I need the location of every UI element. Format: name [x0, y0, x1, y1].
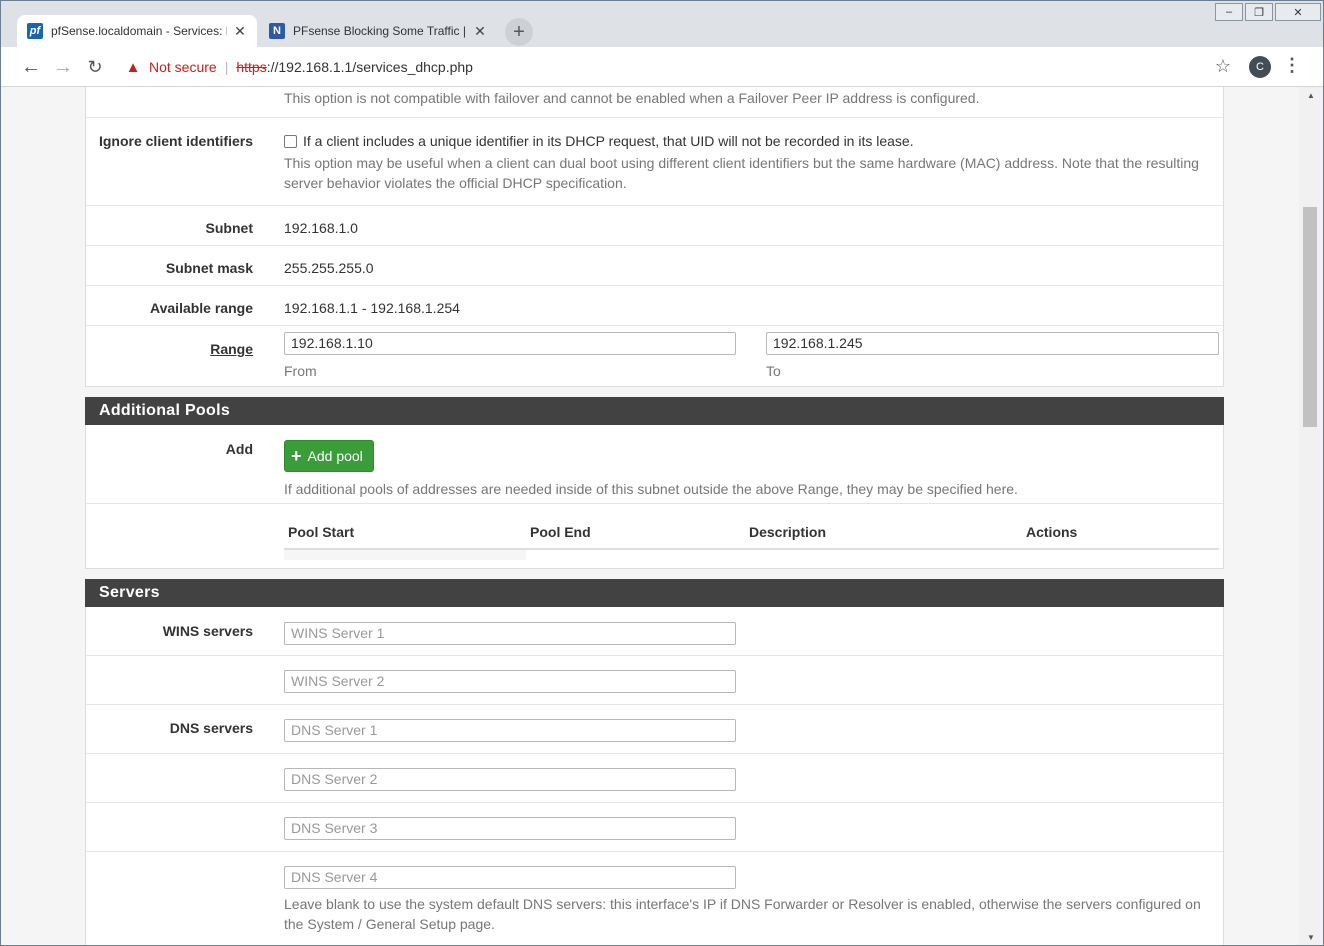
subnet-mask-row: Subnet mask 255.255.255.0: [86, 246, 1223, 286]
available-range-row: Available range 192.168.1.1 - 192.168.1.…: [86, 286, 1223, 326]
ignore-client-help: This option may be useful when a client …: [284, 155, 1199, 191]
address-bar[interactable]: ▲ Not secure | https ://192.168.1.1/serv…: [117, 54, 1241, 80]
ignore-client-label: Ignore client identifiers: [98, 133, 253, 149]
close-tab-icon[interactable]: ✕: [233, 23, 247, 40]
wins-server-1-row: WINS servers WINS Server 1: [86, 607, 1223, 656]
scroll-up-icon[interactable]: ▲: [1299, 87, 1323, 103]
dns-servers-label: DNS servers: [169, 720, 253, 736]
ignore-client-checkbox[interactable]: [284, 135, 297, 148]
plus-icon: +: [513, 20, 525, 43]
pfsense-favicon-icon: pf: [27, 23, 43, 39]
scroll-down-icon[interactable]: ▼: [1299, 929, 1323, 945]
subnet-mask-value: 255.255.255.0: [284, 260, 374, 276]
tab-strip: pf pfSense.localdomain - Services: D ✕ N…: [1, 1, 1323, 47]
dns-server-2-input[interactable]: DNS Server 2: [284, 768, 736, 791]
url-path: ://192.168.1.1/services_dhcp.php: [266, 59, 473, 75]
dns-server-2-row: DNS Server 2: [86, 754, 1223, 803]
tab-title: PFsense Blocking Some Traffic | N: [293, 24, 467, 38]
dns-server-1-row: DNS servers DNS Server 1: [86, 705, 1223, 754]
add-label: Add: [225, 441, 253, 457]
dns-server-1-input[interactable]: DNS Server 1: [284, 719, 736, 742]
additional-pools-panel: Add + Add pool If additional pools of ad…: [85, 425, 1224, 569]
tab-title: pfSense.localdomain - Services: D: [51, 24, 227, 38]
dns-server-4-row: DNS Server 4 Leave blank to use the syst…: [86, 852, 1223, 945]
restore-button[interactable]: ❐: [1245, 3, 1273, 21]
tab-pfsense[interactable]: pf pfSense.localdomain - Services: D ✕: [17, 15, 257, 47]
address-toolbar: ← → ↻ ▲ Not secure | https ://192.168.1.…: [1, 47, 1323, 87]
subnet-value: 192.168.1.0: [284, 220, 358, 236]
close-window-button[interactable]: ✕: [1275, 3, 1321, 21]
page-viewport: This option is not compatible with failo…: [1, 87, 1299, 945]
bookmark-star-icon[interactable]: ☆: [1215, 56, 1231, 77]
dhcp-settings-panel: This option is not compatible with failo…: [85, 87, 1224, 387]
warning-triangle-icon: ▲: [125, 58, 141, 76]
additional-pools-header: Additional Pools: [85, 397, 1224, 425]
plus-icon: +: [291, 445, 302, 466]
reload-icon[interactable]: ↻: [83, 55, 107, 79]
failover-note: This option is not compatible with failo…: [284, 90, 980, 106]
forward-arrow-icon[interactable]: →: [51, 55, 75, 79]
close-tab-icon[interactable]: ✕: [473, 23, 487, 40]
dns-server-3-input[interactable]: DNS Server 3: [284, 817, 736, 840]
description-column-header: Description: [749, 524, 827, 540]
range-from-input[interactable]: 192.168.1.10: [284, 332, 736, 355]
minimize-button[interactable]: –: [1215, 3, 1243, 21]
address-separator: |: [224, 59, 229, 75]
dns-servers-help: Leave blank to use the system default DN…: [284, 896, 1201, 932]
forum-favicon-icon: N: [269, 23, 285, 39]
back-arrow-icon[interactable]: ←: [19, 55, 43, 79]
page-scrollbar[interactable]: ▲ ▼: [1299, 87, 1323, 945]
ignore-client-field: If a client includes a unique identifier…: [284, 133, 1218, 193]
servers-header: Servers: [85, 579, 1224, 607]
range-label: Range: [210, 341, 253, 357]
subnet-label: Subnet: [205, 220, 253, 236]
range-row: Range 192.168.1.10 From 192.168.1.245 To: [86, 326, 1223, 386]
subnet-mask-label: Subnet mask: [165, 260, 253, 276]
servers-panel: WINS servers WINS Server 1 WINS Server 2…: [85, 607, 1224, 945]
empty-table-row: [284, 550, 526, 560]
actions-column-header: Actions: [1026, 524, 1078, 540]
menu-dots-icon[interactable]: ⋮: [1283, 55, 1301, 76]
wins-server-1-input[interactable]: WINS Server 1: [284, 622, 736, 645]
wins-servers-label: WINS servers: [162, 623, 253, 639]
browser-window: pf pfSense.localdomain - Services: D ✕ N…: [0, 0, 1324, 946]
ignore-client-row: Ignore client identifiers If a client in…: [86, 118, 1223, 206]
scroll-thumb[interactable]: [1303, 207, 1317, 427]
profile-avatar[interactable]: C: [1249, 56, 1271, 78]
pool-table: Pool Start Pool End Description Actions: [86, 504, 1223, 567]
range-to-input[interactable]: 192.168.1.245: [766, 332, 1219, 355]
wins-server-2-row: WINS Server 2: [86, 656, 1223, 705]
dns-server-4-input[interactable]: DNS Server 4: [284, 866, 736, 889]
wins-server-2-input[interactable]: WINS Server 2: [284, 670, 736, 693]
url-scheme: https: [236, 59, 267, 75]
ignore-client-option: If a client includes a unique identifier…: [284, 133, 1218, 149]
range-from-label: From: [284, 363, 317, 379]
new-tab-button[interactable]: +: [505, 18, 533, 46]
range-to-label: To: [766, 363, 781, 379]
available-range-value: 192.168.1.1 - 192.168.1.254: [284, 300, 460, 316]
dns-server-3-row: DNS Server 3: [86, 803, 1223, 852]
add-pool-help: If additional pools of addresses are nee…: [284, 481, 1018, 497]
tab-forum[interactable]: N PFsense Blocking Some Traffic | N ✕: [259, 15, 497, 47]
ignore-client-checkbox-text: If a client includes a unique identifier…: [303, 133, 914, 149]
pool-start-column-header: Pool Start: [288, 524, 355, 540]
add-pool-row: Add + Add pool If additional pools of ad…: [86, 425, 1223, 504]
available-range-label: Available range: [150, 300, 253, 316]
failover-note-row: This option is not compatible with failo…: [86, 87, 1223, 118]
add-pool-button-label: Add pool: [307, 448, 363, 464]
subnet-row: Subnet 192.168.1.0: [86, 206, 1223, 246]
pool-end-column-header: Pool End: [530, 524, 591, 540]
window-controls: – ❐ ✕: [1213, 3, 1321, 23]
add-pool-button[interactable]: + Add pool: [284, 440, 374, 472]
security-status[interactable]: Not secure: [149, 59, 217, 75]
